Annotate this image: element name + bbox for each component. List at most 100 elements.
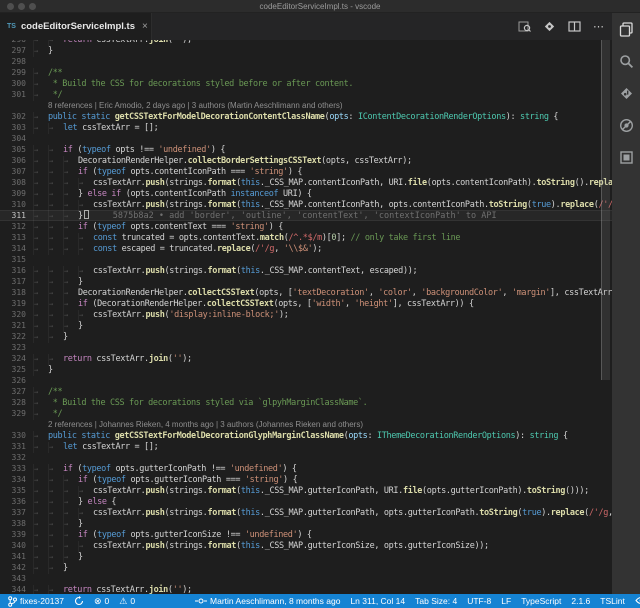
tab-size-indicator[interactable]: Tab Size: 4 — [415, 596, 457, 606]
line-number[interactable]: 340 — [0, 540, 26, 551]
code-line[interactable]: 326 — [0, 375, 612, 386]
code-line[interactable]: 304 — [0, 133, 612, 144]
line-number[interactable]: 310 — [0, 199, 26, 210]
line-number[interactable]: 332 — [0, 452, 26, 463]
line-number[interactable]: 323 — [0, 342, 26, 353]
line-number[interactable]: 320 — [0, 309, 26, 320]
line-number[interactable]: 313 — [0, 232, 26, 243]
code-line[interactable]: 325→} — [0, 364, 612, 375]
code-line[interactable]: 305→→if (typeof opts !== 'undefined') { — [0, 144, 612, 155]
code-line[interactable]: 321→→→} — [0, 320, 612, 331]
source-control-icon[interactable] — [618, 85, 634, 101]
code-line[interactable]: 315 — [0, 254, 612, 265]
code-line[interactable]: 336→→→} else { — [0, 496, 612, 507]
code-line[interactable]: 298 — [0, 56, 612, 67]
tslint-indicator[interactable]: TSLint — [600, 596, 625, 606]
line-number[interactable]: 315 — [0, 254, 26, 265]
codelens-text[interactable]: 8 references | Eric Amodio, 2 days ago |… — [48, 101, 343, 110]
code-line[interactable]: 335→→→→cssTextArr.push(strings.format(th… — [0, 485, 612, 496]
line-number[interactable]: 322 — [0, 331, 26, 342]
code-line[interactable]: 333→→if (typeof opts.gutterIconPath !== … — [0, 463, 612, 474]
line-number[interactable]: 335 — [0, 485, 26, 496]
code-line[interactable]: 308→→→→cssTextArr.push(strings.format(th… — [0, 177, 612, 188]
code-line[interactable]: 323 — [0, 342, 612, 353]
code-line[interactable]: 340→→→→cssTextArr.push(strings.format(th… — [0, 540, 612, 551]
code-line[interactable]: 339→→→if (typeof opts.gutterIconSize !==… — [0, 529, 612, 540]
line-number[interactable]: 339 — [0, 529, 26, 540]
line-number[interactable]: 319 — [0, 298, 26, 309]
code-line[interactable]: 330→public static getCSSTextForModelDeco… — [0, 430, 612, 441]
line-number[interactable]: 311 — [0, 210, 26, 221]
code-line[interactable]: 311→→→}5875b8a2 • add 'border', 'outline… — [0, 210, 612, 221]
code-line[interactable]: 341→→→} — [0, 551, 612, 562]
line-number[interactable]: 317 — [0, 276, 26, 287]
eye-icon[interactable] — [635, 596, 640, 607]
codelens-row[interactable]: 8 references | Eric Amodio, 2 days ago |… — [0, 100, 612, 111]
code-line[interactable]: 297→} — [0, 45, 612, 56]
line-number[interactable]: 306 — [0, 155, 26, 166]
line-number[interactable]: 334 — [0, 474, 26, 485]
code-line[interactable]: 334→→→if (typeof opts.gutterIconPath ===… — [0, 474, 612, 485]
code-line[interactable]: 310→→→→cssTextArr.push(strings.format(th… — [0, 199, 612, 210]
code-line[interactable]: 329→ */ — [0, 408, 612, 419]
sync-status[interactable] — [74, 596, 84, 606]
code-line[interactable]: 344→→return cssTextArr.join(''); — [0, 584, 612, 594]
line-number[interactable]: 336 — [0, 496, 26, 507]
debug-disabled-icon[interactable] — [618, 117, 634, 133]
line-number[interactable]: 325 — [0, 364, 26, 375]
eol-indicator[interactable]: LF — [501, 596, 511, 606]
codelens-text[interactable]: 2 references | Johannes Rieken, 4 months… — [48, 420, 363, 429]
line-number[interactable]: 302 — [0, 111, 26, 122]
extensions-icon[interactable] — [618, 149, 634, 165]
line-number[interactable]: 299 — [0, 67, 26, 78]
open-preview-icon[interactable] — [517, 20, 531, 34]
line-number[interactable]: 337 — [0, 507, 26, 518]
code-line[interactable]: 312→→→if (typeof opts.contentText === 's… — [0, 221, 612, 232]
line-number[interactable]: 300 — [0, 78, 26, 89]
code-line[interactable]: 320→→→→cssTextArr.push('display:inline-b… — [0, 309, 612, 320]
ts-version-indicator[interactable]: 2.1.6 — [571, 596, 590, 606]
line-number[interactable]: 326 — [0, 375, 26, 386]
code-line[interactable]: 324→→return cssTextArr.join(''); — [0, 353, 612, 364]
code-line[interactable]: 338→→→} — [0, 518, 612, 529]
line-number[interactable]: 333 — [0, 463, 26, 474]
vertical-scrollbar[interactable] — [601, 40, 610, 380]
line-number[interactable]: 304 — [0, 133, 26, 144]
code-line[interactable]: 328→ * Build the CSS for decorations sty… — [0, 397, 612, 408]
code-line[interactable]: 316→→→→cssTextArr.push(strings.format(th… — [0, 265, 612, 276]
blame-status[interactable]: Martin Aeschlimann, 8 months ago — [195, 596, 340, 606]
gitlens-diamond-icon[interactable] — [542, 20, 556, 34]
code-line[interactable]: 299→/** — [0, 67, 612, 78]
code-line[interactable]: 314→→→→const escaped = truncated.replace… — [0, 243, 612, 254]
code-line[interactable]: 302→public static getCSSTextForModelDeco… — [0, 111, 612, 122]
line-number[interactable]: 343 — [0, 573, 26, 584]
code-line[interactable]: 331→→let cssTextArr = []; — [0, 441, 612, 452]
line-number[interactable]: 303 — [0, 122, 26, 133]
code-line[interactable]: 317→→→} — [0, 276, 612, 287]
search-icon[interactable] — [618, 53, 634, 69]
line-number[interactable]: 321 — [0, 320, 26, 331]
code-line[interactable]: 318→→→DecorationRenderHelper.collectCSST… — [0, 287, 612, 298]
line-number[interactable]: 298 — [0, 56, 26, 67]
tab-codeeditorserviceimpl[interactable]: TS codeEditorServiceImpl.ts × — [0, 13, 152, 40]
code-line[interactable]: 306→→→DecorationRenderHelper.collectBord… — [0, 155, 612, 166]
code-line[interactable]: 327→/** — [0, 386, 612, 397]
language-indicator[interactable]: TypeScript — [521, 596, 561, 606]
code-line[interactable]: 313→→→→const truncated = opts.contentTex… — [0, 232, 612, 243]
line-number[interactable]: 318 — [0, 287, 26, 298]
warnings-status[interactable]: ⚠ 0 — [119, 596, 135, 606]
line-number[interactable]: 308 — [0, 177, 26, 188]
code-line[interactable]: 319→→→if (DecorationRenderHelper.collect… — [0, 298, 612, 309]
code-line[interactable]: 307→→→if (typeof opts.contentIconPath ==… — [0, 166, 612, 177]
line-number[interactable]: 324 — [0, 353, 26, 364]
code-line[interactable]: 343 — [0, 573, 612, 584]
close-tab-icon[interactable]: × — [142, 21, 148, 32]
code-line[interactable]: 303→→let cssTextArr = []; — [0, 122, 612, 133]
line-number[interactable]: 314 — [0, 243, 26, 254]
more-actions-icon[interactable]: ⋯ — [592, 20, 606, 34]
line-number[interactable]: 327 — [0, 386, 26, 397]
line-number[interactable]: 331 — [0, 441, 26, 452]
line-number[interactable]: 328 — [0, 397, 26, 408]
line-number[interactable]: 341 — [0, 551, 26, 562]
encoding-indicator[interactable]: UTF-8 — [467, 596, 491, 606]
